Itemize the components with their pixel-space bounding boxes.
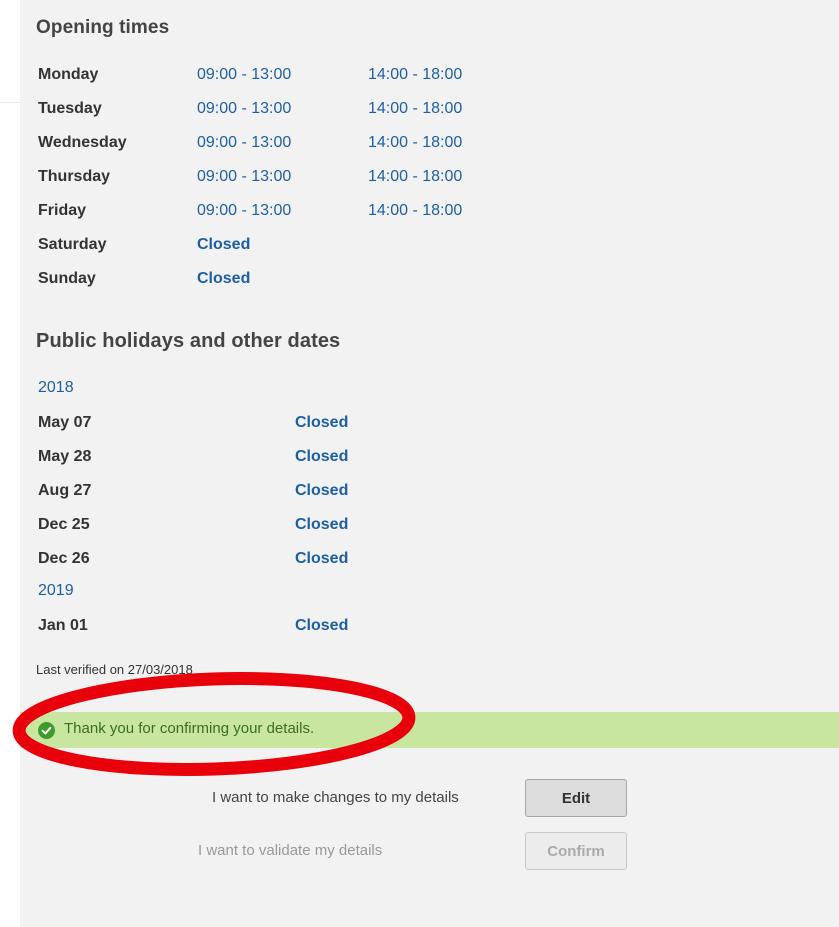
- year-heading-2018: 2018: [38, 379, 74, 396]
- year-heading-2019: 2019: [38, 582, 74, 599]
- saturday-status: Closed: [197, 236, 251, 253]
- opening-times-panel-top: [20, 0, 839, 102]
- thursday-morning-hours: 09:00 - 13:00: [197, 168, 292, 185]
- friday-afternoon-hours: 14:00 - 18:00: [368, 202, 463, 219]
- holiday-status: Closed: [295, 550, 349, 567]
- holiday-status: Closed: [295, 516, 349, 533]
- confirm-button[interactable]: Confirm: [525, 832, 627, 870]
- holiday-status: Closed: [295, 482, 349, 499]
- day-label-tuesday: Tuesday: [38, 100, 102, 117]
- monday-afternoon-hours: 14:00 - 18:00: [368, 66, 463, 83]
- opening-times-heading: Opening times: [36, 17, 170, 38]
- holiday-date: Aug 27: [38, 482, 92, 499]
- sunday-status: Closed: [197, 270, 251, 287]
- tuesday-afternoon-hours: 14:00 - 18:00: [368, 100, 463, 117]
- success-message: Thank you for confirming your details.: [64, 720, 315, 737]
- tuesday-morning-hours: 09:00 - 13:00: [197, 100, 292, 117]
- edit-button[interactable]: Edit: [525, 779, 627, 817]
- holiday-date: Dec 25: [38, 516, 90, 533]
- validate-details-label: I want to validate my details: [198, 842, 383, 859]
- day-label-saturday: Saturday: [38, 236, 107, 253]
- holiday-status: Closed: [295, 617, 349, 634]
- day-label-monday: Monday: [38, 66, 99, 83]
- check-circle-icon: [38, 722, 55, 739]
- day-label-wednesday: Wednesday: [38, 134, 127, 151]
- panel-edge: [0, 102, 20, 103]
- holiday-status: Closed: [295, 414, 349, 431]
- edit-details-label: I want to make changes to my details: [212, 789, 459, 806]
- wednesday-afternoon-hours: 14:00 - 18:00: [368, 134, 463, 151]
- holiday-date: May 28: [38, 448, 92, 465]
- public-holidays-heading: Public holidays and other dates: [36, 330, 341, 352]
- holiday-date: Dec 26: [38, 550, 90, 567]
- day-label-sunday: Sunday: [38, 270, 96, 287]
- holiday-date: May 07: [38, 414, 92, 431]
- holiday-status: Closed: [295, 448, 349, 465]
- day-label-thursday: Thursday: [38, 168, 111, 185]
- wednesday-morning-hours: 09:00 - 13:00: [197, 134, 292, 151]
- friday-morning-hours: 09:00 - 13:00: [197, 202, 292, 219]
- last-verified-text: Last verified on 27/03/2018: [36, 662, 193, 677]
- monday-morning-hours: 09:00 - 13:00: [197, 66, 292, 83]
- holiday-date: Jan 01: [38, 617, 88, 634]
- thursday-afternoon-hours: 14:00 - 18:00: [368, 168, 463, 185]
- day-label-friday: Friday: [38, 202, 87, 219]
